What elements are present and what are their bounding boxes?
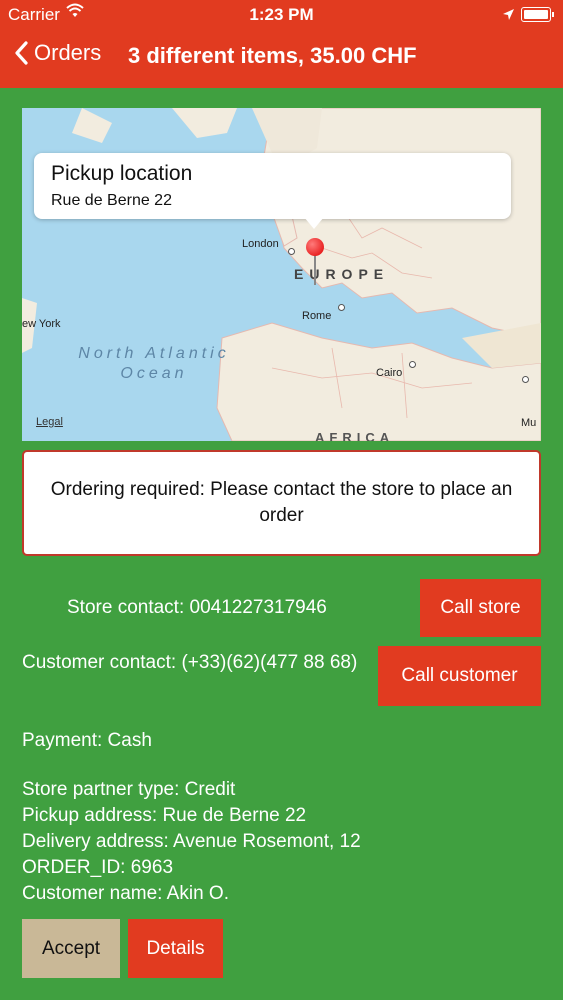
battery-tip [552, 12, 554, 17]
map-label-mu: Mu [521, 417, 537, 429]
details-button[interactable]: Details [128, 919, 223, 978]
delivery-address: Delivery address: Avenue Rosemont, 12 [22, 831, 361, 852]
page-title: 3 different items, 35.00 CHF [128, 43, 417, 68]
map-pin-icon[interactable] [306, 238, 324, 256]
chevron-left-icon [15, 41, 28, 65]
back-button[interactable]: Orders [14, 40, 101, 66]
city-dot-icon [338, 304, 345, 311]
ordering-notice-text: Ordering required: Please contact the st… [50, 479, 513, 526]
order-id: ORDER_ID: 6963 [22, 857, 174, 878]
callout-subtitle: Rue de Berne 22 [51, 192, 172, 209]
ordering-notice: Ordering required: Please contact the st… [22, 450, 541, 556]
customer-contact: Customer contact: (+33)(62)(477 88 68) [22, 652, 358, 673]
back-label: Orders [34, 40, 102, 65]
city-dot-icon [409, 361, 416, 368]
map-label-new-york: ew York [22, 318, 61, 330]
pin-stem [314, 255, 316, 285]
map-label-europe: EUROPE [294, 266, 390, 282]
callout-title: Pickup location [51, 162, 193, 185]
pickup-map[interactable]: Pickup location Rue de Berne 22 London E… [22, 108, 541, 441]
battery-icon [521, 7, 551, 22]
city-dot-icon [522, 376, 529, 383]
call-customer-button[interactable]: Call customer [378, 646, 541, 706]
call-store-button[interactable]: Call store [420, 579, 541, 637]
status-bar: Carrier 1:23 PM [0, 0, 563, 28]
map-label-ocean: North Atlantic Ocean [78, 345, 230, 382]
accept-button[interactable]: Accept [22, 919, 120, 978]
customer-name: Customer name: Akin O. [22, 883, 229, 904]
pickup-address: Pickup address: Rue de Berne 22 [22, 805, 307, 826]
clock: 1:23 PM [249, 5, 314, 24]
map-label-africa: AFRICA [315, 430, 395, 441]
map-label-rome: Rome [302, 310, 332, 322]
location-arrow-icon [502, 6, 515, 26]
store-contact: Store contact: 0041227317946 [67, 597, 327, 618]
legal-link[interactable]: Legal [36, 416, 63, 428]
callout-tail [304, 217, 324, 229]
map-label-london: London [242, 238, 279, 250]
city-dot-icon [288, 248, 295, 255]
pickup-callout[interactable]: Pickup location Rue de Berne 22 [34, 153, 511, 219]
payment-info: Payment: Cash [22, 730, 152, 751]
navigation-bar: Orders 3 different items, 35.00 CHF [0, 28, 563, 88]
map-label-cairo: Cairo [376, 367, 403, 379]
store-partner-type: Store partner type: Credit [22, 779, 236, 800]
